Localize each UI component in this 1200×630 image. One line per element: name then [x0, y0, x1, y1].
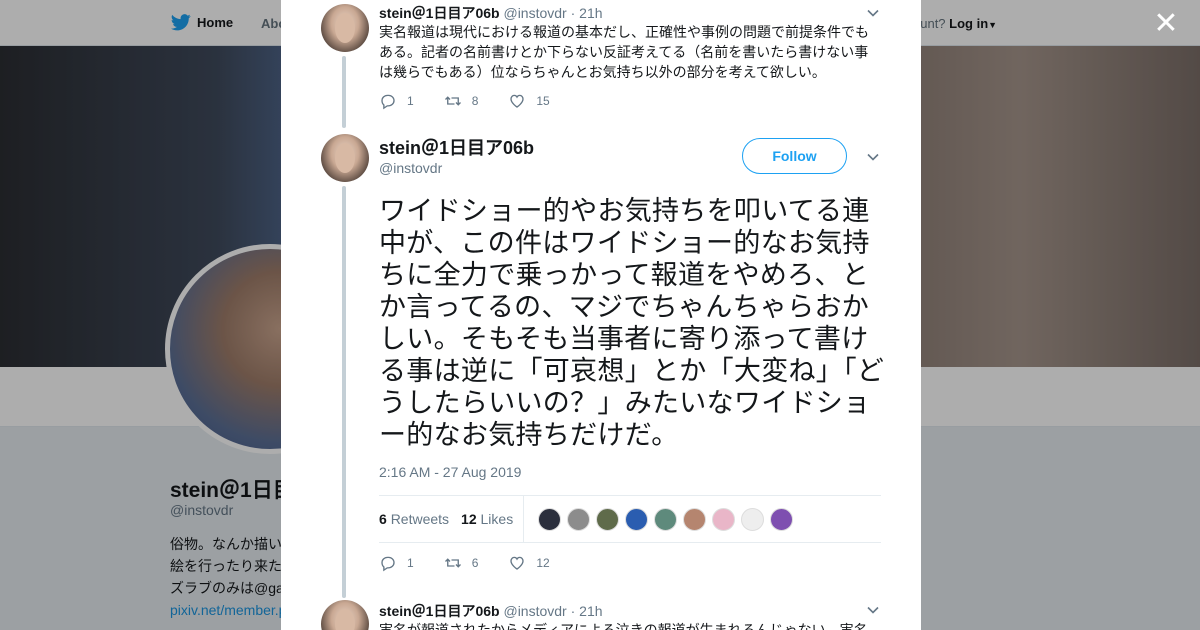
likes-stat-count: 12 [461, 511, 477, 527]
tweet-text: 実名が報道されたからメディアによる泣きの報道が生まれるんじゃない。実名 [379, 622, 868, 630]
like-count: 15 [536, 94, 550, 108]
liker-avatar[interactable] [741, 507, 765, 531]
author-name[interactable]: stein＠1日目ア06b [379, 5, 500, 21]
stat-divider [523, 496, 525, 542]
avatar[interactable] [321, 600, 369, 630]
liker-avatar[interactable] [770, 507, 794, 531]
author-name[interactable]: stein＠1日目ア06b [379, 134, 534, 160]
tweet-text: 実名報道は現代における報道の基本だし、正確性や事例の問題で前提条件でもある。記者… [379, 24, 869, 80]
retweets-stat[interactable]: 6 Retweets [379, 511, 449, 527]
reply-icon [381, 94, 395, 110]
liker-avatar[interactable] [654, 507, 678, 531]
retweet-button[interactable]: 6 [444, 554, 479, 572]
liker-avatar[interactable] [596, 507, 620, 531]
heart-icon [510, 556, 525, 570]
heart-icon [510, 94, 525, 108]
liker-avatar[interactable] [567, 507, 591, 531]
liker-avatars [538, 507, 794, 531]
likes-stat-label: Likes [480, 511, 514, 527]
reply-icon [381, 556, 395, 572]
like-button[interactable]: 12 [508, 554, 550, 572]
chevron-down-icon[interactable] [866, 150, 880, 164]
liker-avatar[interactable] [683, 507, 707, 531]
author-name[interactable]: stein＠1日目ア06b [379, 603, 500, 619]
close-icon[interactable]: ✕ [1152, 9, 1180, 39]
retweets-stat-label: Retweets [390, 511, 450, 527]
tweet-text: ワイドショー的やお気持ちを叩いてる連中が、この件はワイドショー的なお気持ちに全力… [379, 196, 885, 450]
reply-button[interactable]: 1 [379, 92, 414, 110]
retweets-stat-count: 6 [379, 511, 387, 527]
tweet-actions: 1 8 15 [379, 92, 576, 110]
tweet-actions: 1 6 12 [379, 554, 576, 572]
liker-avatar[interactable] [538, 507, 562, 531]
retweet-icon [444, 96, 461, 106]
retweet-button[interactable]: 8 [444, 92, 479, 110]
retweet-count: 6 [471, 556, 479, 570]
chevron-down-icon[interactable] [866, 603, 880, 617]
tweet-modal: stein＠1日目ア06b @instovdr · 21h 実名報道は現代におけ… [281, 0, 921, 630]
retweet-icon [444, 558, 461, 568]
liker-avatar[interactable] [712, 507, 736, 531]
tweet-header: stein＠1日目ア06b @instovdr · 21h [379, 601, 603, 621]
thread-line [342, 56, 346, 128]
tweet-time[interactable]: · 21h [571, 5, 603, 21]
author-handle[interactable]: @instovdr [379, 160, 442, 176]
reply-count: 1 [407, 94, 414, 108]
tweet-header: stein＠1日目ア06b @instovdr · 21h [379, 3, 603, 23]
tweet-time[interactable]: · 21h [571, 603, 603, 619]
like-count: 12 [536, 556, 550, 570]
thread-line [342, 186, 346, 598]
liker-avatar[interactable] [625, 507, 649, 531]
follow-button[interactable]: Follow [742, 138, 847, 174]
retweet-count: 8 [471, 94, 479, 108]
reply-count: 1 [407, 556, 414, 570]
reply-button[interactable]: 1 [379, 554, 414, 572]
chevron-down-icon[interactable] [866, 6, 880, 20]
author-handle[interactable]: @instovdr [503, 603, 566, 619]
tweet-stats: 6 Retweets 12 Likes [379, 495, 881, 543]
like-button[interactable]: 15 [508, 92, 550, 110]
tweet-timestamp[interactable]: 2:16 AM - 27 Aug 2019 [379, 464, 521, 480]
author-handle[interactable]: @instovdr [503, 5, 566, 21]
avatar[interactable] [321, 4, 369, 52]
avatar[interactable] [321, 134, 369, 182]
likes-stat[interactable]: 12 Likes [461, 511, 513, 527]
